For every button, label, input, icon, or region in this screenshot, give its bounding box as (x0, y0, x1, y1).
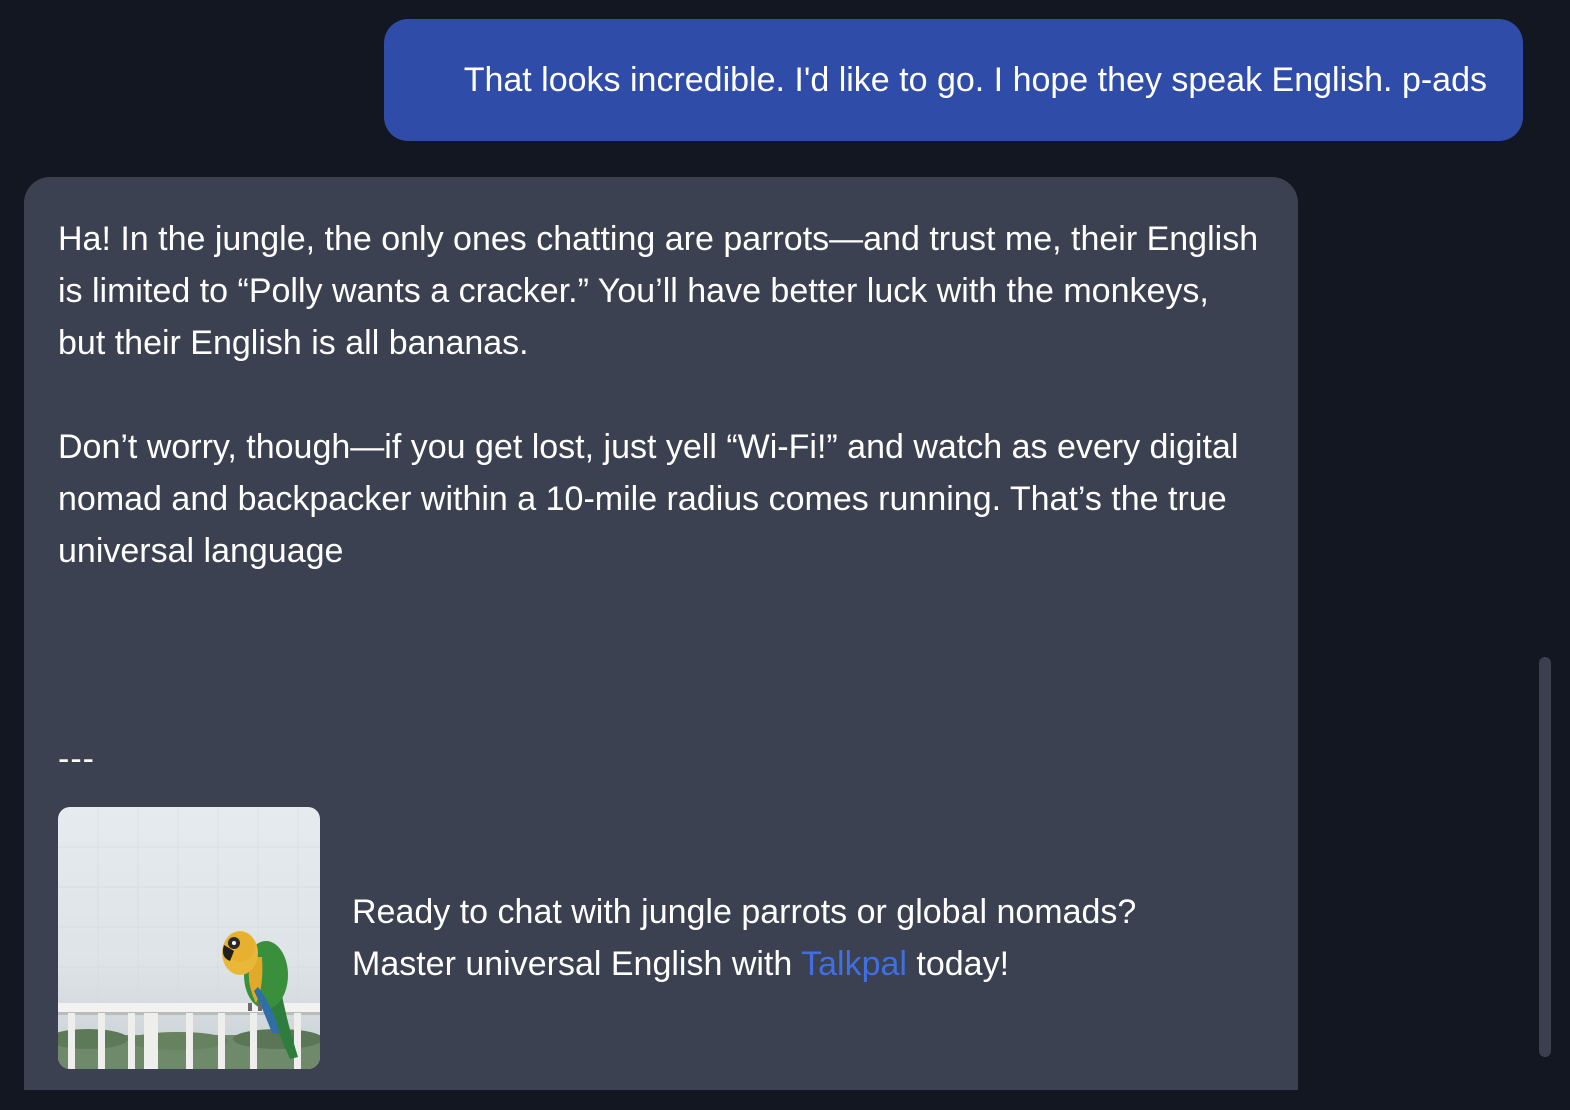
ad-copy: Ready to chat with jungle parrots or glo… (352, 886, 1136, 990)
scrollbar-thumb[interactable] (1539, 657, 1551, 1057)
user-message-text: That looks incredible. I'd like to go. I… (463, 60, 1487, 99)
ad-banner: Ready to chat with jungle parrots or glo… (58, 807, 1136, 1069)
assistant-paragraph-1: Ha! In the jungle, the only ones chattin… (58, 220, 1259, 362)
user-message-bubble: That looks incredible. I'd like to go. I… (384, 19, 1523, 141)
ad-line-1: Ready to chat with jungle parrots or glo… (352, 893, 1137, 931)
assistant-paragraph-2: Don’t worry, though—if you get lost, jus… (58, 428, 1239, 570)
separator-text: --- (58, 740, 95, 778)
talkpal-link[interactable]: Talkpal (801, 945, 907, 983)
ad-line-2-suffix: today! (906, 945, 1010, 983)
ad-line-2-prefix: Master universal English with (352, 945, 802, 983)
assistant-message-bubble: Ha! In the jungle, the only ones chattin… (24, 177, 1298, 1090)
ad-line-2: Master universal English with Talkpal to… (352, 938, 1136, 990)
parrot-photo-icon (58, 807, 320, 1069)
